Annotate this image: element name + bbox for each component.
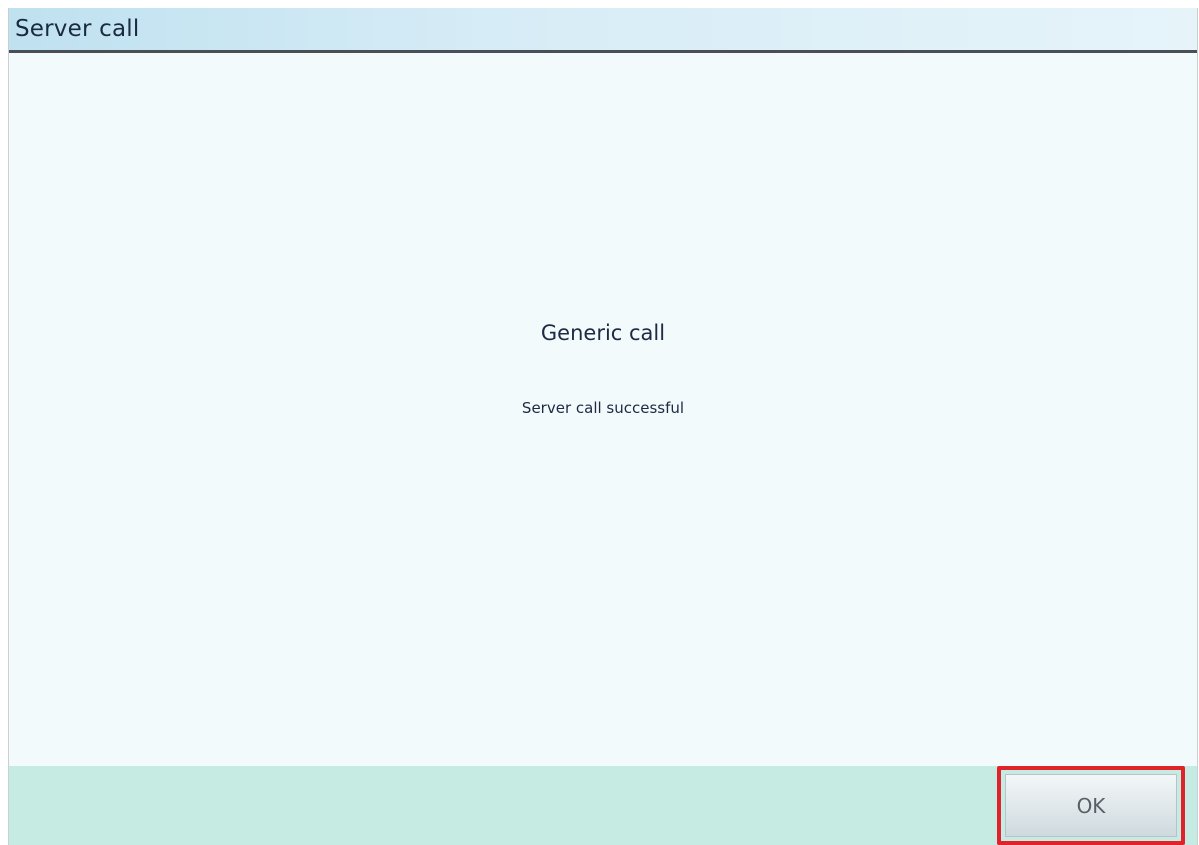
dialog-content: Generic call Server call successful [9,53,1197,766]
server-call-dialog: Server call Generic call Server call suc… [8,8,1198,845]
dialog-titlebar: Server call [9,8,1197,53]
message-heading: Generic call [540,321,666,345]
dialog-footer: OK [9,766,1197,845]
ok-button-highlight: OK [997,766,1185,845]
message-text: Server call successful [521,399,685,417]
ok-button[interactable]: OK [1005,774,1177,837]
dialog-title: Server call [15,16,140,42]
